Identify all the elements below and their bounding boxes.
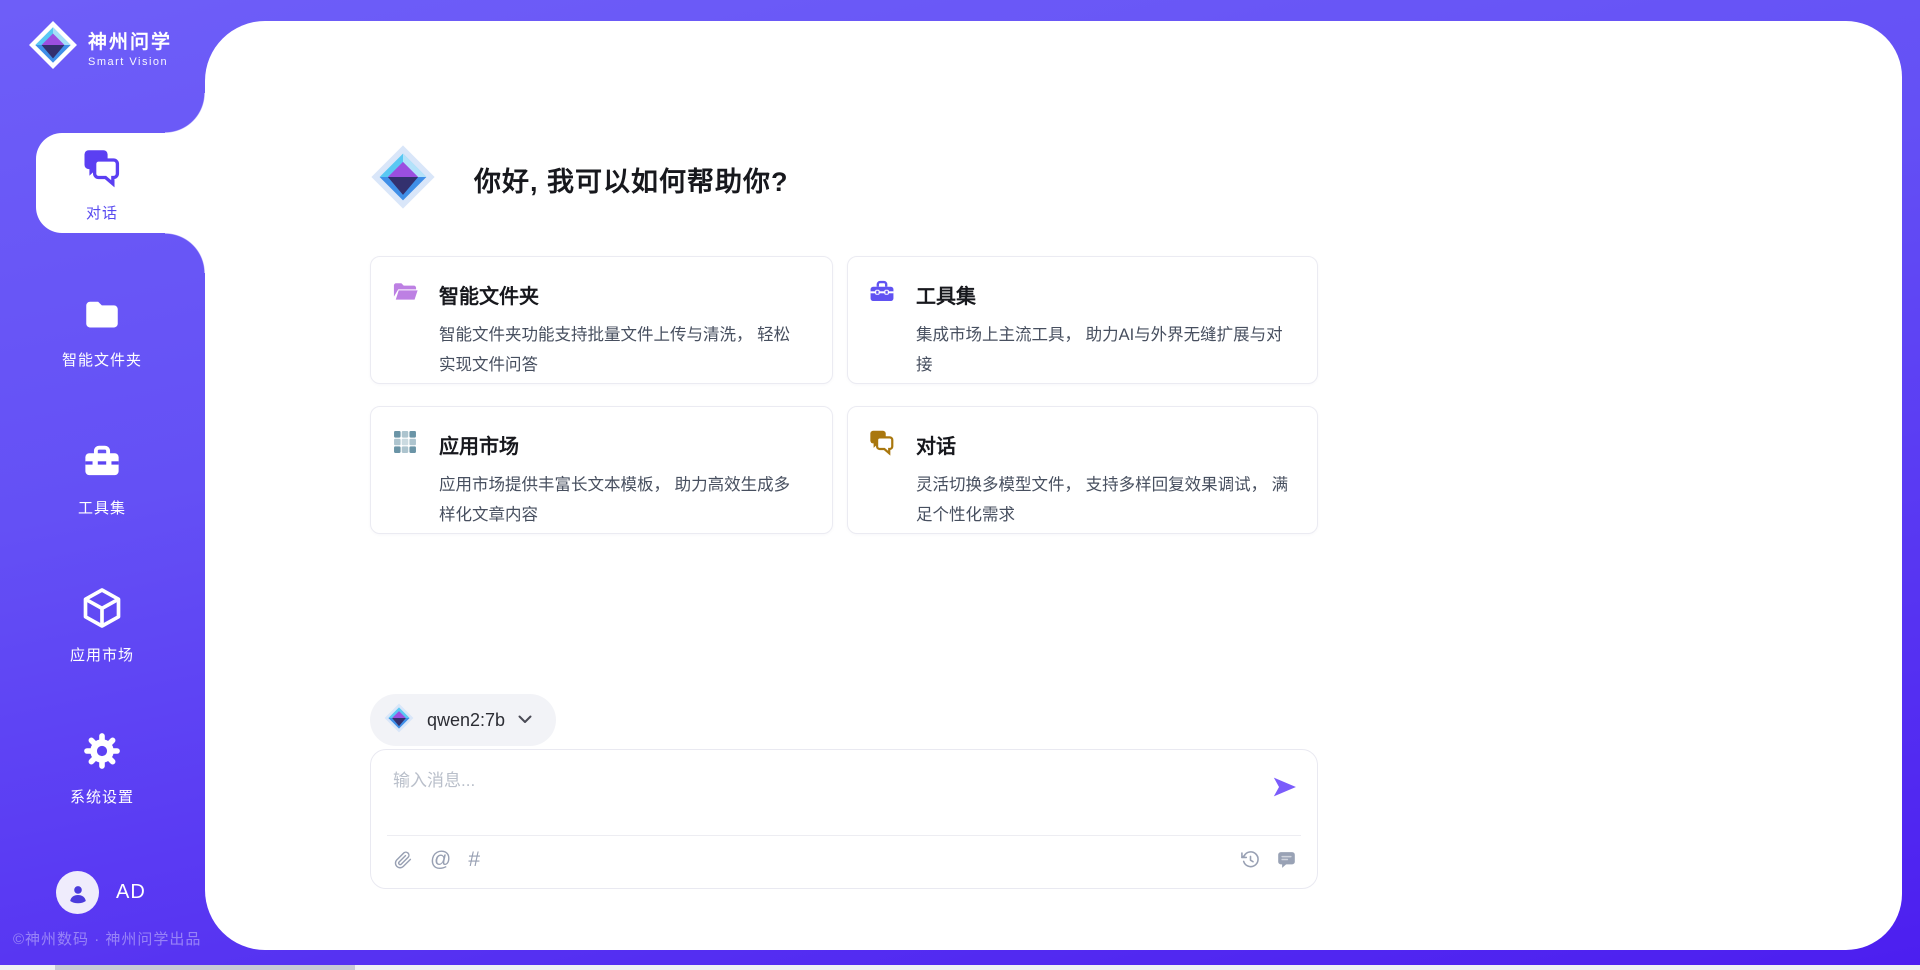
horizontal-scrollbar — [0, 965, 1920, 970]
sidebar-item-chat[interactable]: 对话 — [12, 146, 192, 223]
card-title: 智能文件夹 — [439, 280, 539, 309]
cube-icon — [80, 586, 124, 635]
card-description: 智能文件夹功能支持批量文件上传与清洗， 轻松实现文件问答 — [439, 320, 806, 380]
folder-open-icon — [391, 278, 419, 311]
model-selector[interactable]: qwen2:7b — [370, 694, 556, 746]
feature-cards: 智能文件夹 智能文件夹功能支持批量文件上传与清洗， 轻松实现文件问答 工具集 集… — [370, 256, 1318, 534]
composer-divider — [387, 835, 1301, 836]
app-grid-icon — [391, 428, 419, 461]
mention-icon[interactable]: @ — [430, 849, 451, 870]
card-title: 对话 — [916, 430, 956, 459]
send-button[interactable] — [1271, 774, 1297, 800]
greeting-title: 你好, 我可以如何帮助你? — [474, 160, 789, 199]
brand-gem-icon — [28, 20, 78, 75]
card-smart-folder[interactable]: 智能文件夹 智能文件夹功能支持批量文件上传与清洗， 轻松实现文件问答 — [370, 256, 833, 384]
chat-bubbles-icon — [868, 428, 896, 461]
card-title: 应用市场 — [439, 430, 519, 459]
sidebar-footer-text: ©神州数码 · 神州问学出品 — [13, 928, 201, 949]
model-name: qwen2:7b — [427, 710, 505, 731]
history-icon[interactable] — [1240, 849, 1261, 870]
card-title: 工具集 — [916, 280, 976, 309]
chat-bubble-icon[interactable] — [1276, 849, 1297, 870]
toolbox-icon — [868, 278, 896, 311]
scrollbar-thumb[interactable] — [55, 965, 355, 970]
card-description: 应用市场提供丰富长文本模板， 助力高效生成多样化文章内容 — [439, 470, 806, 530]
card-description: 灵活切换多模型文件， 支持多样回复效果调试， 满足个性化需求 — [916, 470, 1291, 530]
brand-name-en: Smart Vision — [88, 56, 172, 68]
sidebar-item-label: 系统设置 — [70, 786, 134, 807]
gear-icon — [81, 730, 123, 777]
avatar — [56, 871, 99, 914]
sidebar-item-label: 对话 — [86, 202, 118, 223]
user-account[interactable]: AD — [56, 871, 146, 914]
card-app-market[interactable]: 应用市场 应用市场提供丰富长文本模板， 助力高效生成多样化文章内容 — [370, 406, 833, 534]
model-gem-icon — [384, 703, 414, 738]
active-tab-flare-bottom — [165, 233, 205, 273]
active-tab-flare-top — [165, 93, 205, 133]
chat-bubbles-icon — [81, 146, 123, 193]
card-chat[interactable]: 对话 灵活切换多模型文件， 支持多样回复效果调试， 满足个性化需求 — [847, 406, 1318, 534]
sidebar-item-label: 智能文件夹 — [62, 349, 142, 370]
sidebar-item-settings[interactable]: 系统设置 — [12, 730, 192, 807]
sidebar-item-app-market[interactable]: 应用市场 — [12, 586, 192, 665]
sidebar-item-label: 工具集 — [78, 497, 126, 518]
hashtag-icon[interactable]: # — [468, 849, 480, 870]
sidebar-item-label: 应用市场 — [70, 644, 134, 665]
message-composer: @ # — [370, 749, 1318, 889]
sidebar-item-toolset[interactable]: 工具集 — [12, 441, 192, 518]
folder-icon — [81, 293, 123, 340]
chevron-down-icon — [518, 711, 532, 729]
greeting-block: 你好, 我可以如何帮助你? — [370, 144, 789, 215]
greeting-gem-icon — [370, 144, 436, 215]
card-toolset[interactable]: 工具集 集成市场上主流工具， 助力AI与外界无缝扩展与对接 — [847, 256, 1318, 384]
sidebar-item-smart-folder[interactable]: 智能文件夹 — [12, 293, 192, 370]
toolbox-icon — [81, 441, 123, 488]
brand-name-cn: 神州问学 — [88, 27, 172, 54]
card-description: 集成市场上主流工具， 助力AI与外界无缝扩展与对接 — [916, 320, 1291, 380]
brand-logo-block: 神州问学 Smart Vision — [28, 20, 172, 75]
attach-file-icon[interactable] — [393, 850, 413, 870]
message-input[interactable] — [393, 766, 1253, 824]
user-initials: AD — [116, 881, 146, 904]
